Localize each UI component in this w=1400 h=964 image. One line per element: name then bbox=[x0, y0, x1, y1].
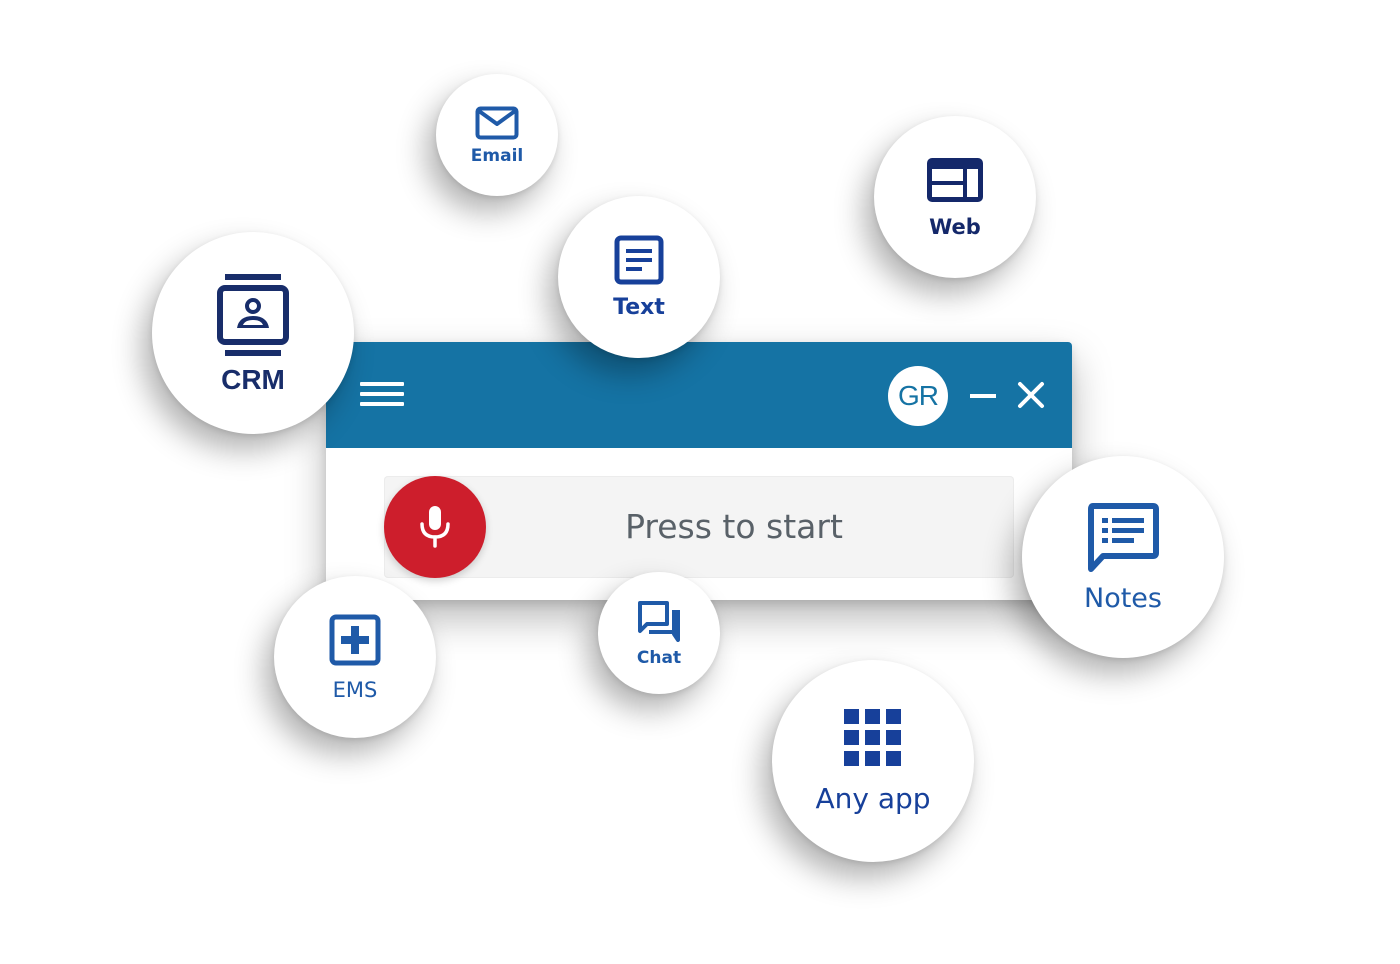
app-bubble-notes[interactable]: Notes bbox=[1022, 456, 1224, 658]
document-text-icon bbox=[614, 235, 664, 285]
app-label: EMS bbox=[332, 677, 378, 702]
browser-window-icon bbox=[927, 157, 983, 202]
microphone-button[interactable] bbox=[384, 476, 486, 578]
stage: GR Press to start Email Text Web CRM Not… bbox=[0, 0, 1400, 964]
app-bubble-email[interactable]: Email bbox=[436, 74, 558, 196]
press-to-start-label[interactable]: Press to start bbox=[514, 476, 1014, 578]
app-bubble-any-app[interactable]: Any app bbox=[772, 660, 974, 862]
app-label: Email bbox=[470, 145, 524, 166]
app-bubble-ems[interactable]: EMS bbox=[274, 576, 436, 738]
microphone-icon bbox=[420, 506, 450, 548]
app-label: Chat bbox=[636, 647, 682, 668]
minimize-icon[interactable] bbox=[966, 378, 1000, 412]
app-label: Notes bbox=[1084, 582, 1162, 614]
hamburger-menu-icon[interactable] bbox=[360, 380, 404, 410]
contact-card-icon bbox=[217, 274, 289, 356]
app-bubble-text[interactable]: Text bbox=[558, 196, 720, 358]
envelope-icon bbox=[475, 106, 519, 139]
close-icon[interactable] bbox=[1014, 378, 1048, 412]
user-avatar[interactable]: GR bbox=[888, 366, 948, 426]
medical-cross-icon bbox=[329, 614, 381, 665]
notes-speech-bubble-icon bbox=[1088, 502, 1159, 572]
app-bubble-chat[interactable]: Chat bbox=[598, 572, 720, 694]
widget-header: GR bbox=[326, 342, 1072, 448]
chat-bubbles-icon bbox=[638, 600, 680, 642]
app-grid-icon bbox=[844, 709, 901, 766]
app-label: CRM bbox=[221, 364, 285, 395]
app-bubble-crm[interactable]: CRM bbox=[152, 232, 354, 434]
app-label: Any app bbox=[815, 782, 931, 815]
app-label: Text bbox=[613, 295, 665, 320]
app-label: Web bbox=[929, 214, 981, 239]
app-bubble-web[interactable]: Web bbox=[874, 116, 1036, 278]
